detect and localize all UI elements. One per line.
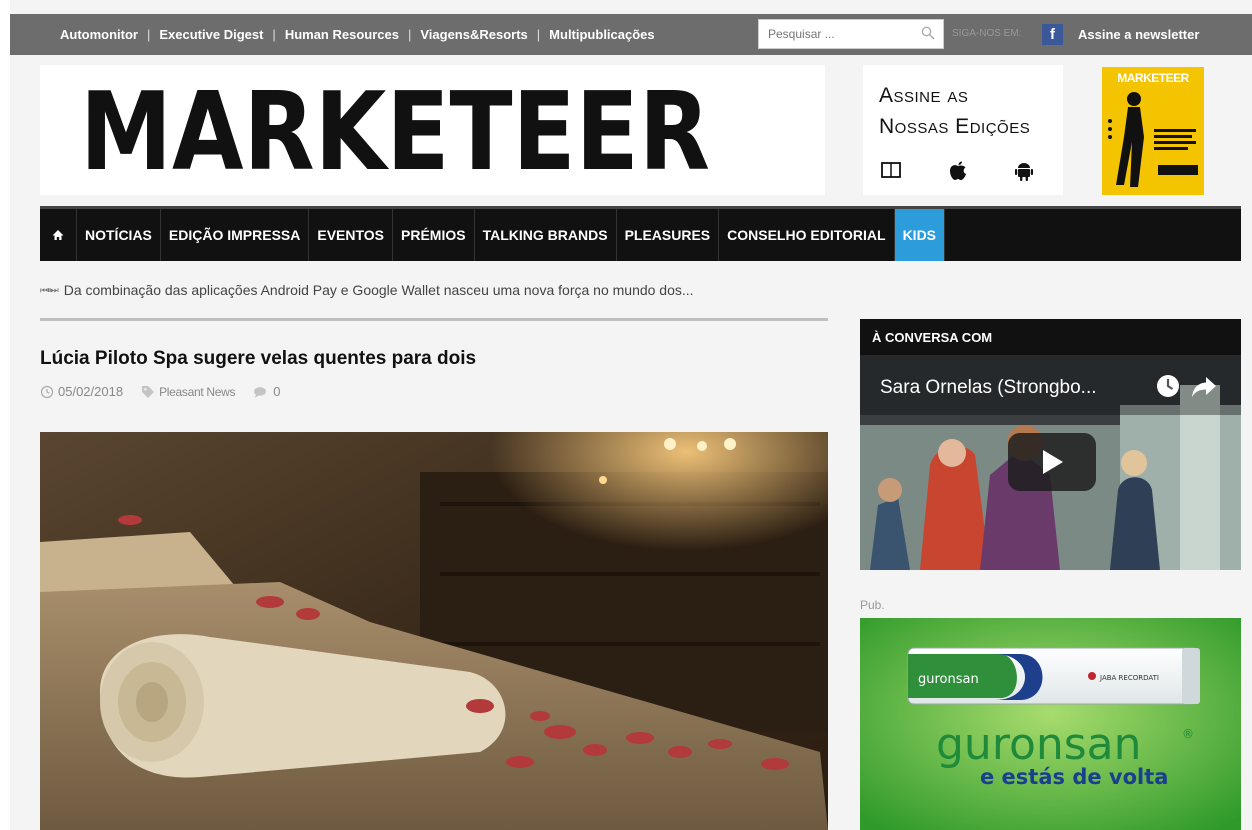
follow-label: SIGA-NOS EM: [952,28,1022,39]
ad-tube-brand: guronsan [918,672,979,687]
link-executive-digest[interactable]: Executive Digest [159,27,263,42]
search-icon[interactable] [921,26,935,40]
ticker-controls-icon[interactable]: ⏮⏸⏭ [40,285,59,296]
logo-text: MARKETEER [80,85,710,175]
nav-home[interactable] [40,209,77,261]
video-title[interactable]: Sara Ornelas (Strongbo... [880,377,1097,399]
promo-line-1: Assine as [879,84,969,107]
separator: | [272,27,276,42]
promo-title: Assine as Nossas Edições [879,80,1030,142]
ad-company: JABA RECORDATI [1099,674,1159,682]
separator: | [146,27,151,42]
nav-talking-brands[interactable]: TALKING BRANDS [475,209,617,261]
page-gutter [0,0,10,830]
guronsan-ad[interactable]: guronsan JABA RECORDATI guronsan ® e est… [860,618,1241,830]
cover-figure [1108,92,1198,187]
app-icons [881,161,1033,181]
android-icon[interactable] [1015,161,1033,181]
share-icon[interactable] [1191,376,1217,398]
main-navigation: NOTÍCIAS EDIÇÃO IMPRESSA EVENTOS PRÉMIOS… [40,206,1241,261]
article-meta: 05/02/2018 Pleasant News 0 [40,384,280,399]
facebook-icon[interactable]: f [1042,24,1063,45]
page: Automonitor | Executive Digest | Human R… [10,0,1252,830]
network-links: Automonitor | Executive Digest | Human R… [60,14,655,55]
nav-kids[interactable]: KIDS [894,209,946,261]
comment-count[interactable]: 0 [273,384,280,399]
home-icon [52,230,64,240]
sidebar-section-title: À CONVERSA COM [860,319,1241,355]
ad-banner: guronsan JABA RECORDATI guronsan ® e est… [860,618,1241,830]
video-embed[interactable]: Sara Ornelas (Strongbo... [860,355,1241,570]
link-human-resources[interactable]: Human Resources [285,27,399,42]
ad-tagline: e estás de volta [980,765,1168,789]
search-input[interactable] [759,20,909,48]
section-divider [40,318,828,321]
article-title[interactable]: Lúcia Piloto Spa sugere velas quentes pa… [40,348,476,370]
comment-icon [254,386,267,398]
separator: | [407,27,412,42]
promo-line-2: Nossas Edições [879,115,1031,138]
nav-pleasures[interactable]: PLEASURES [617,209,720,261]
watch-later-icon[interactable] [1156,374,1180,398]
link-viagens-resorts[interactable]: Viagens&Resorts [420,27,527,42]
play-button[interactable] [1008,433,1096,491]
ad-registered: ® [1182,727,1194,741]
article-date: 05/02/2018 [58,384,124,399]
nav-edicao-impressa[interactable]: EDIÇÃO IMPRESSA [161,209,310,261]
article-category[interactable]: Pleasant News [159,385,235,399]
nav-conselho-editorial[interactable]: CONSELHO EDITORIAL [719,209,895,261]
ticker-headline[interactable]: Da combinação das aplicações Android Pay… [64,282,694,298]
book-icon[interactable] [881,161,901,179]
ad-label: Pub. [860,598,885,612]
nav-eventos[interactable]: EVENTOS [309,209,394,261]
subscribe-promo[interactable]: Assine as Nossas Edições [863,65,1063,195]
clock-icon [40,385,54,398]
article-hero-image[interactable] [40,432,828,830]
news-ticker: ⏮⏸⏭ Da combinação das aplicações Android… [40,282,694,298]
tag-icon [142,385,155,398]
magazine-cover[interactable]: MARKETEER [1102,67,1204,195]
apple-icon[interactable] [949,161,967,181]
link-multipublicacoes[interactable]: Multipublicações [549,27,654,42]
ad-brand: guronsan [936,719,1142,770]
nav-premios[interactable]: PRÉMIOS [393,209,475,261]
play-icon [1043,450,1063,474]
logo-area[interactable]: MARKETEER [40,65,825,195]
separator: | [536,27,541,42]
newsletter-link[interactable]: Assine a newsletter [1078,27,1199,42]
top-bar: Automonitor | Executive Digest | Human R… [10,14,1252,55]
nav-noticias[interactable]: NOTÍCIAS [77,209,161,261]
spa-photo [40,432,828,830]
search-box [758,19,944,49]
site-logo[interactable]: MARKETEER [80,85,720,175]
link-automonitor[interactable]: Automonitor [60,27,138,42]
